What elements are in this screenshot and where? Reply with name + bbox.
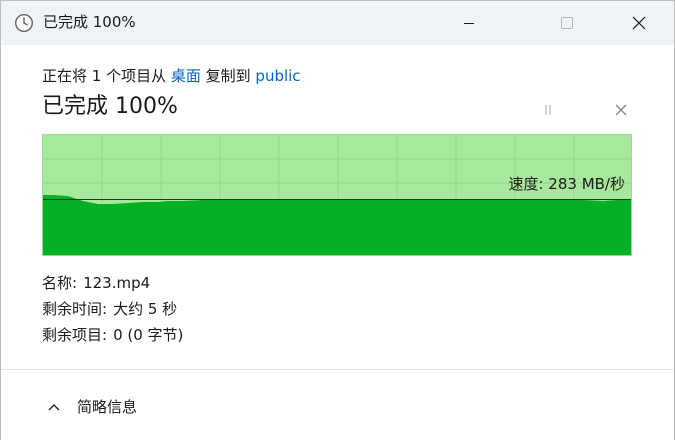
copy-description: 正在将 1 个项目从 桌面 复制到 public <box>42 65 301 87</box>
chevron-up-icon <box>48 404 60 411</box>
title-bar[interactable]: 已完成 100% <box>1 1 674 45</box>
items-remaining-value: 0 (0 字节) <box>113 326 184 344</box>
file-name-label: 名称: <box>42 274 78 292</box>
copy-dialog-window: 已完成 100% 正在将 1 个项目从 桌面 复制到 public 已完成 10… <box>0 0 675 440</box>
items-remaining-label: 剩余项目: <box>42 326 108 344</box>
progress-status: 已完成 100% <box>42 94 178 119</box>
time-remaining-label: 剩余时间: <box>42 300 108 318</box>
copy-prefix: 正在将 1 个项目从 <box>42 67 171 85</box>
maximize-icon <box>561 17 573 29</box>
file-name-value: 123.mp4 <box>83 274 151 292</box>
speed-area <box>43 195 631 255</box>
fewer-details-label: 简略信息 <box>77 398 138 416</box>
pause-icon <box>545 105 551 115</box>
window-title: 已完成 100% <box>43 13 136 31</box>
pause-button[interactable] <box>535 99 561 121</box>
close-button[interactable] <box>616 1 662 45</box>
clock-icon <box>14 13 34 33</box>
maximize-button[interactable] <box>544 1 590 45</box>
minimize-button[interactable] <box>446 1 492 45</box>
speed-graph-svg <box>43 135 631 255</box>
source-link[interactable]: 桌面 <box>171 67 201 85</box>
minimize-icon <box>464 23 474 24</box>
fewer-details-toggle[interactable]: 简略信息 <box>47 396 137 418</box>
cancel-button[interactable] <box>608 99 634 121</box>
dialog-content: 正在将 1 个项目从 桌面 复制到 public 已完成 100% 速度: 28… <box>1 45 674 369</box>
transfer-speed-graph: 速度: 283 MB/秒 <box>42 134 632 256</box>
dialog-footer: 简略信息 <box>1 369 674 440</box>
destination-link[interactable]: public <box>255 67 300 85</box>
copy-middle: 复制到 <box>200 67 256 85</box>
time-remaining-row: 剩余时间: 大约 5 秒 <box>42 298 177 320</box>
close-icon <box>632 16 646 30</box>
time-remaining-value: 大约 5 秒 <box>113 300 178 318</box>
speed-label: 速度: 283 MB/秒 <box>508 175 625 193</box>
cancel-icon <box>615 104 627 116</box>
file-name-row: 名称: 123.mp4 <box>42 272 150 294</box>
items-remaining-row: 剩余项目: 0 (0 字节) <box>42 324 183 346</box>
